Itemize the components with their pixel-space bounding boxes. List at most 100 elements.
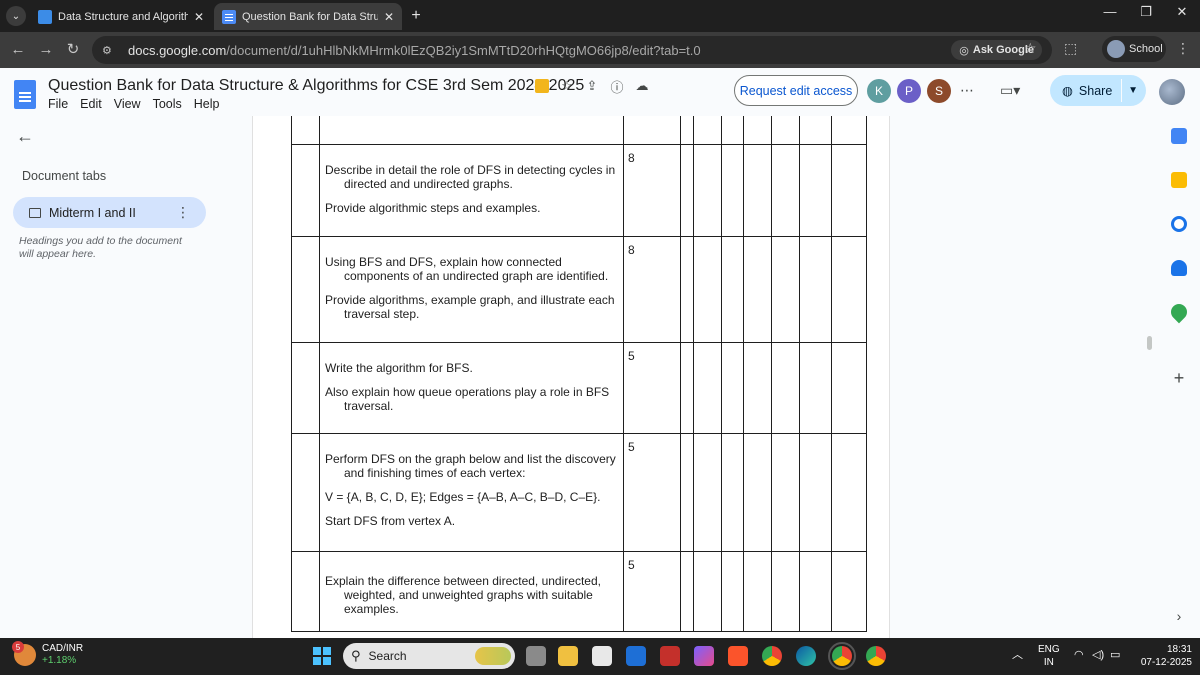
sidebar-tab-midterm[interactable]: Midterm I and II ⋮ <box>13 197 206 228</box>
chevron-right-icon[interactable]: › <box>1171 608 1187 624</box>
tasks-icon[interactable] <box>1171 216 1187 232</box>
document-title[interactable]: Question Bank for Data Structure & Algor… <box>48 77 584 95</box>
offline-badge-icon[interactable] <box>534 78 550 94</box>
search-icon: ⚲ <box>351 648 361 663</box>
keep-icon[interactable] <box>1171 172 1187 188</box>
collaborator-avatar[interactable]: K <box>867 79 891 103</box>
chrome-icon[interactable] <box>762 646 782 666</box>
request-edit-button[interactable]: Request edit access <box>734 75 858 106</box>
volume-icon[interactable]: ◁) <box>1092 649 1104 662</box>
minimize-icon[interactable]: — <box>1098 4 1122 19</box>
tray-overflow-icon[interactable]: ︿ <box>1012 649 1023 662</box>
forward-icon[interactable]: → <box>36 40 56 60</box>
chevron-down-icon[interactable]: ▼ <box>1128 85 1138 96</box>
windows-taskbar: 5 CAD/INR +1.18% ⚲ Search ︿ ENG IN ◠ ◁) … <box>0 638 1200 675</box>
start-button-icon[interactable] <box>313 647 331 665</box>
browser-menu-icon[interactable]: ⋮ <box>1176 40 1190 57</box>
move-icon[interactable]: ⇪ <box>584 78 600 94</box>
language-indicator[interactable]: ENG IN <box>1038 643 1060 669</box>
collaborator-avatar[interactable]: P <box>897 79 921 103</box>
close-icon[interactable]: ✕ <box>384 10 394 24</box>
taskbar-search[interactable]: ⚲ Search <box>343 643 515 669</box>
share-button[interactable]: ◍ Share ▼ <box>1050 75 1146 106</box>
tab-search-icon[interactable]: ⌄ <box>6 6 26 26</box>
meet-icon[interactable]: ▭▾ <box>1000 82 1020 99</box>
outlook-icon[interactable] <box>626 646 646 666</box>
contacts-icon[interactable] <box>1171 260 1187 276</box>
cloud-status-icon[interactable]: ☁ <box>634 78 650 94</box>
question-cell[interactable]: Write the algorithm for BFS. Also explai… <box>319 342 624 434</box>
more-vert-icon[interactable]: ⋮ <box>176 204 190 221</box>
task-view-icon[interactable] <box>526 646 546 666</box>
browser-tab-question-bank[interactable]: Question Bank for Data Structur ✕ <box>214 3 402 30</box>
more-collaborators-icon[interactable]: ⋯ <box>960 82 974 99</box>
table-row: Perform DFS on the graph below and list … <box>291 433 867 552</box>
chrome-school-icon[interactable] <box>866 646 886 666</box>
maps-icon[interactable] <box>1167 300 1191 324</box>
question-cell[interactable]: Using BFS and DFS, explain how connected… <box>319 236 624 343</box>
menu-file[interactable]: File <box>48 97 68 111</box>
menu-edit[interactable]: Edit <box>80 97 102 111</box>
reload-icon[interactable]: ↻ <box>63 40 83 60</box>
document-page[interactable]: Describe in detail the role of DFS in de… <box>252 116 890 638</box>
question-text: V = {A, B, C, D, E}; Edges = {A–B, A–C, … <box>325 490 601 504</box>
marks-cell[interactable]: 5 <box>623 342 681 434</box>
restore-icon[interactable]: ❐ <box>1134 4 1158 20</box>
language-label: ENG <box>1038 644 1060 655</box>
back-arrow-icon[interactable]: ← <box>16 126 34 147</box>
address-bar[interactable]: ⚙ docs.google.com/document/d/1uhHlbNkMHr… <box>92 36 1052 64</box>
file-explorer-icon[interactable] <box>558 646 578 666</box>
docs-logo-icon[interactable] <box>14 80 36 109</box>
calendar-icon[interactable] <box>1171 128 1187 144</box>
close-icon[interactable]: ✕ <box>194 10 204 24</box>
clock[interactable]: 18:31 07-12-2025 <box>1136 643 1192 669</box>
account-avatar[interactable] <box>1159 79 1185 105</box>
battery-icon[interactable]: ▭ <box>1110 649 1120 662</box>
edge-icon[interactable] <box>796 646 816 666</box>
profile-button[interactable]: School <box>1102 36 1166 62</box>
tab-favicon-icon <box>38 9 52 24</box>
new-tab-button[interactable]: + <box>406 6 426 26</box>
extensions-icon[interactable]: ⬚ <box>1064 40 1077 57</box>
question-text: Also explain how queue operations play a… <box>325 385 610 413</box>
store-icon[interactable] <box>592 646 612 666</box>
document-tabs-heading: Document tabs <box>22 169 107 183</box>
notification-badge: 5 <box>12 641 24 653</box>
collaborator-avatar[interactable]: S <box>927 79 951 103</box>
star-icon[interactable]: ☆ <box>559 78 575 94</box>
clock-time: 18:31 <box>1166 644 1192 655</box>
globe-icon: ◍ <box>1062 84 1073 98</box>
question-text: Describe in detail the role of DFS in de… <box>325 163 616 191</box>
tab-title: Data Structure and Algorithms <box>58 10 188 23</box>
marks-cell[interactable]: 8 <box>623 144 681 237</box>
brave-icon[interactable] <box>728 646 748 666</box>
url-text[interactable]: docs.google.com/document/d/1uhHlbNkMHrmk… <box>128 43 701 58</box>
marks-cell[interactable]: 8 <box>623 236 681 343</box>
info-icon[interactable]: ⓘ <box>609 78 625 95</box>
question-cell[interactable]: Describe in detail the role of DFS in de… <box>319 144 624 237</box>
copilot-icon[interactable] <box>694 646 714 666</box>
search-placeholder: Search <box>368 649 407 663</box>
question-text: Provide algorithmic steps and examples. <box>325 201 541 215</box>
menu-tools[interactable]: Tools <box>153 97 182 111</box>
question-cell[interactable]: Explain the difference between directed,… <box>319 551 624 632</box>
browser-tab-dsa[interactable]: Data Structure and Algorithms ✕ <box>30 3 212 30</box>
question-text: Write the algorithm for BFS. <box>325 361 473 375</box>
chrome-profile-icon[interactable] <box>828 642 856 670</box>
bookmark-star-icon[interactable]: ☆ <box>1024 40 1037 57</box>
scrollbar-thumb[interactable] <box>1147 336 1152 350</box>
window-close-icon[interactable]: ✕ <box>1170 4 1194 20</box>
question-cell[interactable]: Perform DFS on the graph below and list … <box>319 433 624 552</box>
menu-help[interactable]: Help <box>194 97 220 111</box>
mcafee-icon[interactable] <box>660 646 680 666</box>
back-icon[interactable]: ← <box>8 40 28 60</box>
site-settings-icon[interactable]: ⚙ <box>102 44 118 57</box>
marks-cell[interactable]: 5 <box>623 551 681 632</box>
add-addon-icon[interactable]: + <box>1171 369 1187 387</box>
weather-widget[interactable]: 5 CAD/INR +1.18% <box>12 641 83 667</box>
address-bar-row: ← → ↻ ⚙ docs.google.com/document/d/1uhHl… <box>0 32 1200 68</box>
menu-view[interactable]: View <box>114 97 141 111</box>
document-tab-icon <box>29 207 41 218</box>
wifi-icon[interactable]: ◠ <box>1074 649 1084 662</box>
marks-cell[interactable]: 5 <box>623 433 681 552</box>
